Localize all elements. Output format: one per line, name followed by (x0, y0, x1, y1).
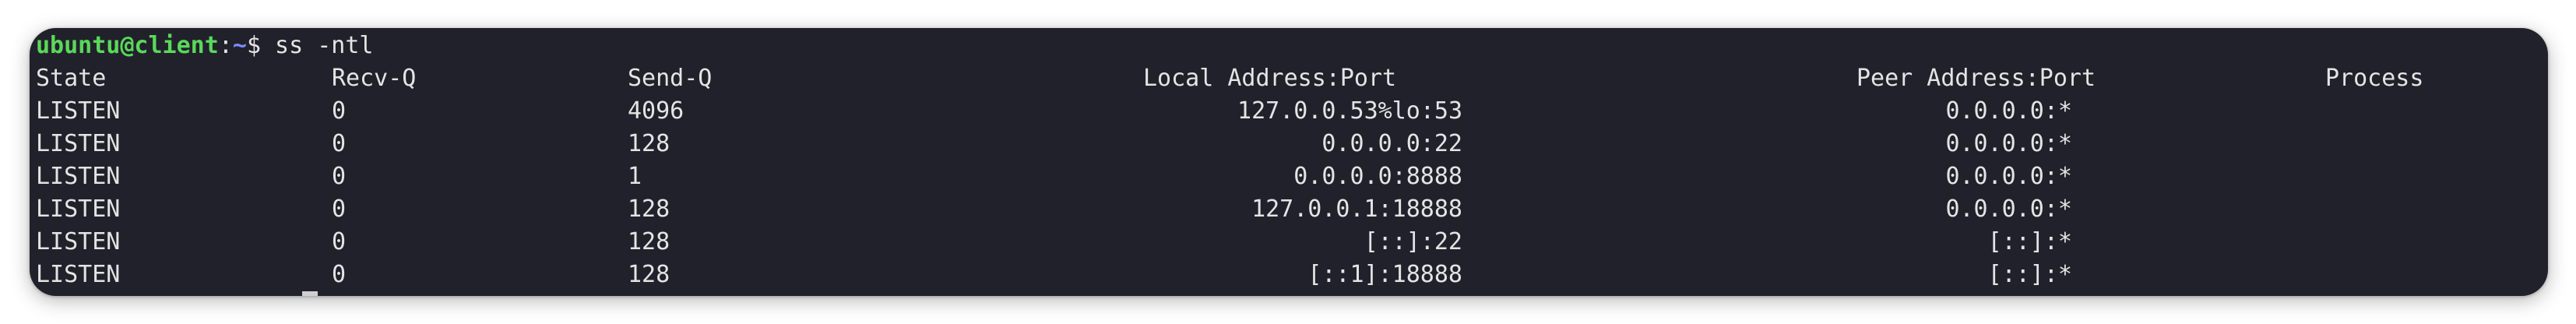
table-row: LISTEN 0 128 0.0.0.0:22 0.0.0.0:* (30, 128, 2548, 160)
command-prompt-line: ubuntu@client:~$ ss -ntl (36, 30, 374, 62)
row-state: LISTEN (36, 163, 121, 190)
row-local-address: [::1]:18888 (1307, 261, 1462, 288)
row-recv-q: 0 (332, 261, 347, 288)
header-peer-address: Peer Address:Port (1856, 65, 2096, 92)
row-local-address: 127.0.0.1:18888 (1251, 195, 1462, 223)
header-state: State (36, 65, 107, 92)
prompt-user-host: ubuntu@client (36, 32, 219, 59)
row-local-address: 0.0.0.0:8888 (1293, 163, 1462, 190)
row-peer-address: [::]:* (1987, 261, 2072, 288)
row-recv-q: 0 (332, 228, 347, 255)
header-recv-q: Recv-Q (332, 65, 417, 92)
table-row: LISTEN 0 1 0.0.0.0:8888 0.0.0.0:* (30, 160, 2548, 193)
row-state: LISTEN (36, 195, 121, 223)
row-send-q: 1 (628, 163, 642, 190)
row-recv-q: 0 (332, 163, 347, 190)
header-send-q: Send-Q (628, 65, 713, 92)
prompt-dollar: $ (246, 32, 261, 59)
row-send-q: 128 (628, 195, 670, 223)
text-cursor (302, 291, 318, 296)
row-send-q: 4096 (628, 97, 684, 125)
table-header-row: State Recv-Q Send-Q Local Address:Port P… (30, 62, 2548, 95)
row-local-address: [::]:22 (1364, 228, 1462, 255)
row-peer-address: 0.0.0.0:* (1945, 97, 2072, 125)
row-local-address: 127.0.0.53%lo:53 (1237, 97, 1462, 125)
row-recv-q: 0 (332, 97, 347, 125)
table-row: LISTEN 0 128 127.0.0.1:18888 0.0.0.0:* (30, 193, 2548, 226)
row-send-q: 128 (628, 130, 670, 157)
table-row: LISTEN 0 128 [::]:22 [::]:* (30, 226, 2548, 259)
row-state: LISTEN (36, 130, 121, 157)
table-row: LISTEN 0 128 [::1]:18888 [::]:* (30, 259, 2548, 291)
row-send-q: 128 (628, 261, 670, 288)
table-row: LISTEN 0 4096 127.0.0.53%lo:53 0.0.0.0:* (30, 95, 2548, 128)
row-peer-address: 0.0.0.0:* (1945, 195, 2072, 223)
row-local-address: 0.0.0.0:22 (1321, 130, 1462, 157)
row-peer-address: 0.0.0.0:* (1945, 130, 2072, 157)
row-state: LISTEN (36, 261, 121, 288)
prompt-command: ss -ntl (261, 32, 374, 59)
row-send-q: 128 (628, 228, 670, 255)
header-local-address: Local Address:Port (1143, 65, 1397, 92)
header-process: Process (2325, 65, 2424, 92)
terminal-window[interactable]: ubuntu@client:~$ ss -ntl State Recv-Q Se… (30, 28, 2548, 296)
row-state: LISTEN (36, 97, 121, 125)
row-state: LISTEN (36, 228, 121, 255)
prompt-path: ~ (232, 32, 247, 59)
row-peer-address: 0.0.0.0:* (1945, 163, 2072, 190)
prompt-colon: : (218, 32, 233, 59)
row-recv-q: 0 (332, 195, 347, 223)
row-peer-address: [::]:* (1987, 228, 2072, 255)
row-recv-q: 0 (332, 130, 347, 157)
